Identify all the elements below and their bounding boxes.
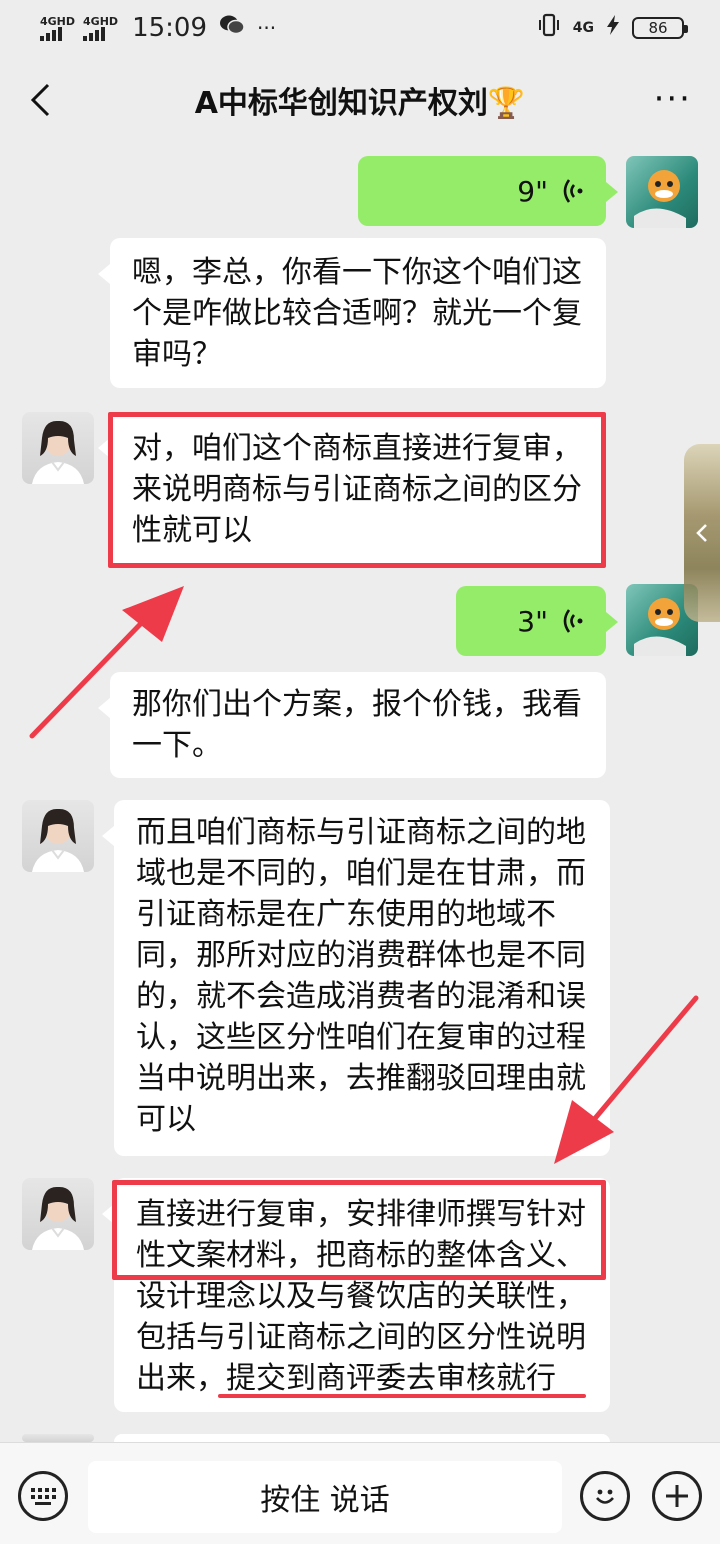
voice-message[interactable]: 3" xyxy=(456,586,618,656)
more-functions-button[interactable] xyxy=(652,1471,702,1521)
voice-duration: 9" xyxy=(517,174,548,208)
keyboard-toggle-button[interactable] xyxy=(18,1471,68,1521)
chat-header: A中标华创知识产权刘🏆 ··· xyxy=(0,56,720,144)
network-type: 4G xyxy=(572,20,594,36)
annotation-highlight-box xyxy=(112,1180,606,1280)
signal-indicator-2: 4GHD xyxy=(83,16,118,41)
contact-avatar[interactable] xyxy=(22,1178,94,1250)
message-line: 而且咱们商标与引证商标之间的地 xyxy=(136,815,586,850)
hold-to-talk-button[interactable]: 按住 说话 xyxy=(88,1461,562,1533)
contact-avatar[interactable] xyxy=(22,412,94,484)
plus-icon xyxy=(666,1485,688,1507)
chevron-left-icon xyxy=(696,524,707,542)
status-bar: 4GHD 4GHD 15:09 ··· 4G 86 xyxy=(0,0,720,56)
emoji-icon xyxy=(596,1489,614,1504)
voice-wave-icon xyxy=(563,609,583,633)
emoji-button[interactable] xyxy=(580,1471,630,1521)
annotation-highlight-box xyxy=(108,412,606,568)
message-line: 一下。 xyxy=(132,728,222,763)
wechat-notification-icon xyxy=(219,13,245,43)
battery-level: 86 xyxy=(648,19,668,37)
signal-indicator-1: 4GHD xyxy=(40,16,75,41)
message-line: 认，这些区分性咱们在复审的过程 xyxy=(136,1020,586,1055)
annotation-underline xyxy=(218,1394,586,1398)
back-button[interactable] xyxy=(20,76,60,124)
message-line: 的，就不会造成消费者的混淆和误 xyxy=(136,979,586,1014)
message-line: 那你们出个方案，报个价钱，我看 xyxy=(132,687,582,722)
battery-icon: 86 xyxy=(632,17,688,39)
message-line: 同，那所对应的消费群体也是不同 xyxy=(136,938,586,973)
message-line: 包括与引证商标之间的区分性说明 xyxy=(136,1320,586,1355)
voice-wave-icon xyxy=(563,179,583,203)
message-line: 当中说明出来，去推翻驳回理由就 xyxy=(136,1061,586,1096)
message-line: 设计理念以及与餐饮店的关联性， xyxy=(136,1279,586,1314)
text-message[interactable]: 而且咱们商标与引证商标之间的地 域也是不同的，咱们是在甘肃，而 引证商标是在广东… xyxy=(102,800,610,1156)
signal-bars-icon xyxy=(83,26,106,41)
chat-title: A中标华创知识产权刘🏆 xyxy=(194,86,526,121)
more-options-button[interactable]: ··· xyxy=(654,82,692,116)
message-line: 引证商标是在广东使用的地域不 xyxy=(136,897,556,932)
message-line: 域也是不同的，咱们是在甘肃，而 xyxy=(136,856,586,891)
voice-duration: 3" xyxy=(517,604,548,638)
text-message[interactable]: 嗯，李总，你看一下你这个咱们这 个是咋做比较合适啊？就光一个复 审吗？ xyxy=(98,238,606,388)
message-line: 个是咋做比较合适啊？就光一个复 xyxy=(132,296,582,331)
self-avatar[interactable] xyxy=(626,156,698,228)
contact-avatar[interactable] xyxy=(22,1434,94,1442)
chevron-left-icon xyxy=(30,83,50,117)
status-time: 15:09 xyxy=(132,13,207,43)
signal-bars-icon xyxy=(40,26,62,41)
message-list[interactable]: 9" 嗯，李总，你看一下你这个咱们这 个是咋做比较合适啊？就光一个复 审吗？ 对… xyxy=(0,144,720,1480)
annotation-arrow-up xyxy=(29,586,184,739)
message-line: 嗯，李总，你看一下你这个咱们这 xyxy=(132,255,582,290)
message-line: 可以 xyxy=(136,1102,196,1137)
keyboard-icon xyxy=(31,1488,56,1505)
more-notifications-icon: ··· xyxy=(257,16,277,40)
floating-window-tab[interactable] xyxy=(684,444,720,622)
message-line: 出来，提交到商评委去审核就行 xyxy=(136,1361,556,1396)
contact-avatar[interactable] xyxy=(22,800,94,872)
vibrate-icon xyxy=(537,12,561,45)
annotation-arrow-down xyxy=(554,995,699,1164)
message-line: 审吗？ xyxy=(132,337,222,372)
charging-icon xyxy=(606,13,620,43)
network-label: 4GHD xyxy=(40,14,76,28)
text-message[interactable] xyxy=(102,1434,610,1480)
network-label: 4GHD xyxy=(83,14,119,28)
voice-message[interactable]: 9" xyxy=(358,156,618,226)
input-bar: 按住 说话 xyxy=(0,1442,720,1544)
